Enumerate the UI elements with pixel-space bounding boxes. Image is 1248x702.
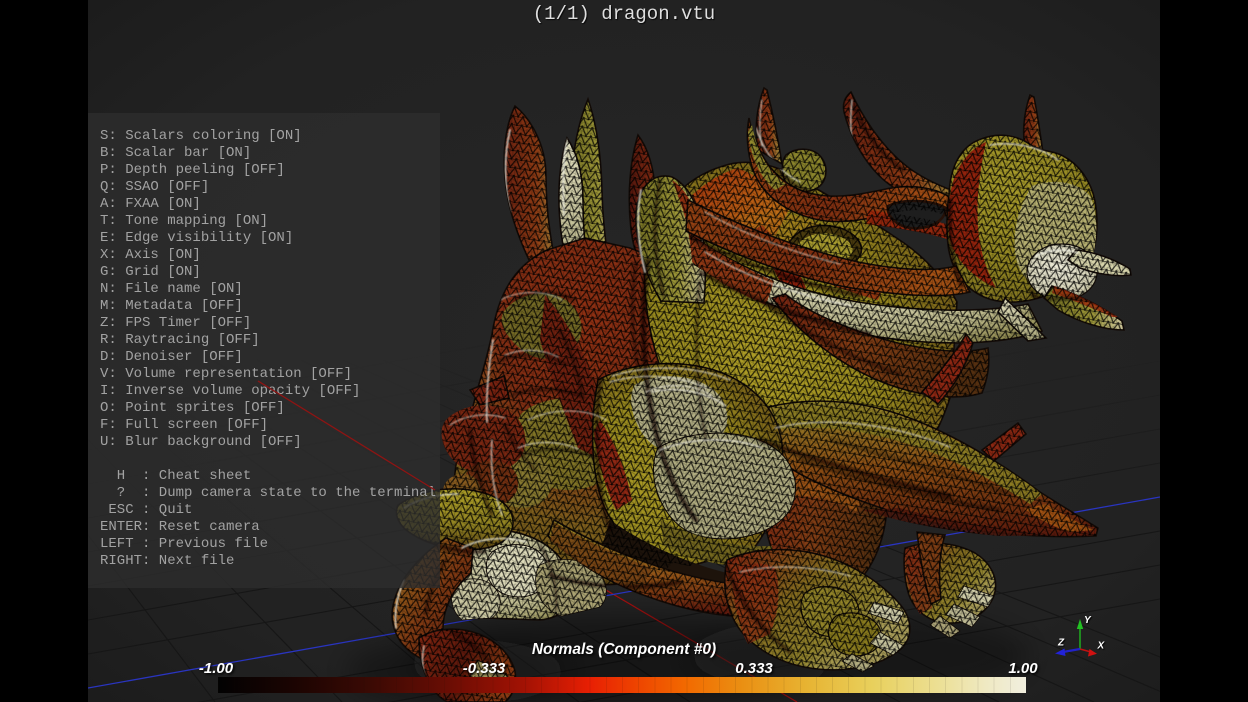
svg-text:Y: Y [1084,615,1092,626]
svg-text:X: X [1097,641,1106,652]
svg-text:Z: Z [1057,638,1065,649]
